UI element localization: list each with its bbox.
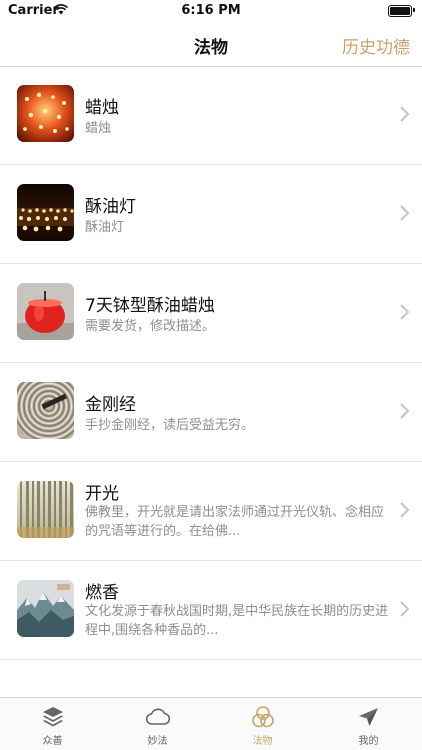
mountain-painting-thumbnail — [17, 580, 74, 637]
item-subtitle: 蜡烛 — [85, 121, 112, 136]
item-subtitle: 酥油灯 — [85, 220, 125, 235]
butter-lamps-thumbnail — [17, 184, 74, 241]
battery-cap — [413, 8, 415, 12]
layers-icon — [43, 707, 63, 727]
bowl-candle-thumbnail — [17, 283, 74, 340]
list-item[interactable]: 酥油灯 酥油灯 — [0, 165, 422, 264]
item-subtitle: 文化发源于春秋战国时期,是中华民族在长期的历史进程中,围绕各种香品的... — [85, 604, 389, 638]
navigation-bar: 法物 历史功德 — [0, 22, 422, 67]
tab-label: 法物 — [252, 736, 273, 747]
candles-thumbnail — [17, 85, 74, 142]
list-item[interactable]: 开光 佛教里，开光就是请出家法师通过开光仪轨、念相应的咒语等进行的。在给佛... — [0, 462, 422, 561]
item-subtitle: 需要发货，修改描述。 — [85, 319, 216, 334]
history-merit-button[interactable]: 历史功德 — [342, 33, 410, 58]
item-subtitle: 佛教里，开光就是请出家法师通过开光仪轨、念相应的咒语等进行的。在给佛... — [85, 505, 385, 539]
chevron-right-icon — [400, 205, 409, 221]
battery-icon — [388, 5, 412, 17]
item-title: 蜡烛 — [85, 98, 119, 118]
item-title: 燃香 — [85, 583, 119, 603]
tab-bar: 众善 妙法 法物 我的 — [0, 697, 422, 750]
chevron-right-icon — [400, 601, 409, 617]
list-item[interactable]: 燃香 文化发源于春秋战国时期,是中华民族在长期的历史进程中,围绕各种香品的... — [0, 561, 422, 660]
tab-label: 我的 — [358, 736, 379, 747]
tab-zhongshan[interactable]: 众善 — [0, 698, 105, 750]
item-title: 金刚经 — [85, 395, 136, 415]
list-item[interactable]: 金刚经 手抄金刚经，读后受益无穷。 — [0, 363, 422, 462]
tab-miaofa[interactable]: 妙法 — [105, 698, 210, 750]
three-circles-icon — [252, 706, 274, 728]
diamond-sutra-thumbnail — [17, 382, 74, 439]
tab-label: 妙法 — [147, 736, 168, 747]
list-item[interactable]: 7天钵型酥油蜡烛 需要发货，修改描述。 — [0, 264, 422, 363]
bamboo-forest-thumbnail — [17, 481, 74, 538]
tab-wode[interactable]: 我的 — [316, 698, 421, 750]
item-title: 酥油灯 — [85, 197, 136, 217]
item-subtitle: 手抄金刚经，读后受益无穷。 — [85, 418, 255, 433]
cloud-icon — [145, 708, 171, 725]
item-list: 蜡烛 蜡烛 酥油灯 酥油灯 7天钵型酥油蜡烛 需要发货，修改描述。 金刚经 手抄… — [0, 66, 422, 660]
chevron-right-icon — [400, 502, 409, 518]
tab-fawu[interactable]: 法物 — [210, 698, 315, 750]
list-item[interactable]: 蜡烛 蜡烛 — [0, 66, 422, 165]
paper-plane-icon — [359, 708, 378, 726]
tab-label: 众善 — [42, 736, 63, 747]
chevron-right-icon — [400, 106, 409, 122]
chevron-right-icon — [400, 304, 409, 320]
item-title: 7天钵型酥油蜡烛 — [85, 296, 215, 316]
clock: 6:16 PM — [181, 3, 241, 18]
status-bar: Carrier 6:16 PM — [0, 0, 422, 22]
item-title: 开光 — [85, 484, 119, 504]
chevron-right-icon — [400, 403, 409, 419]
